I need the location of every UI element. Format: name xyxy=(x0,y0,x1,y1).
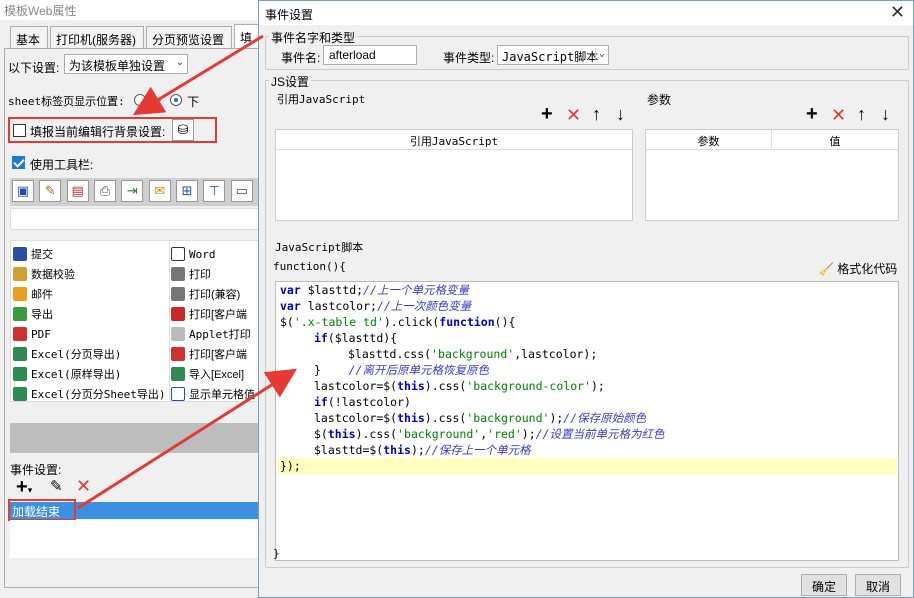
arrow-to-fill-bg xyxy=(132,34,264,116)
annotation-arrows xyxy=(77,34,298,510)
arrow-to-code xyxy=(77,368,298,510)
